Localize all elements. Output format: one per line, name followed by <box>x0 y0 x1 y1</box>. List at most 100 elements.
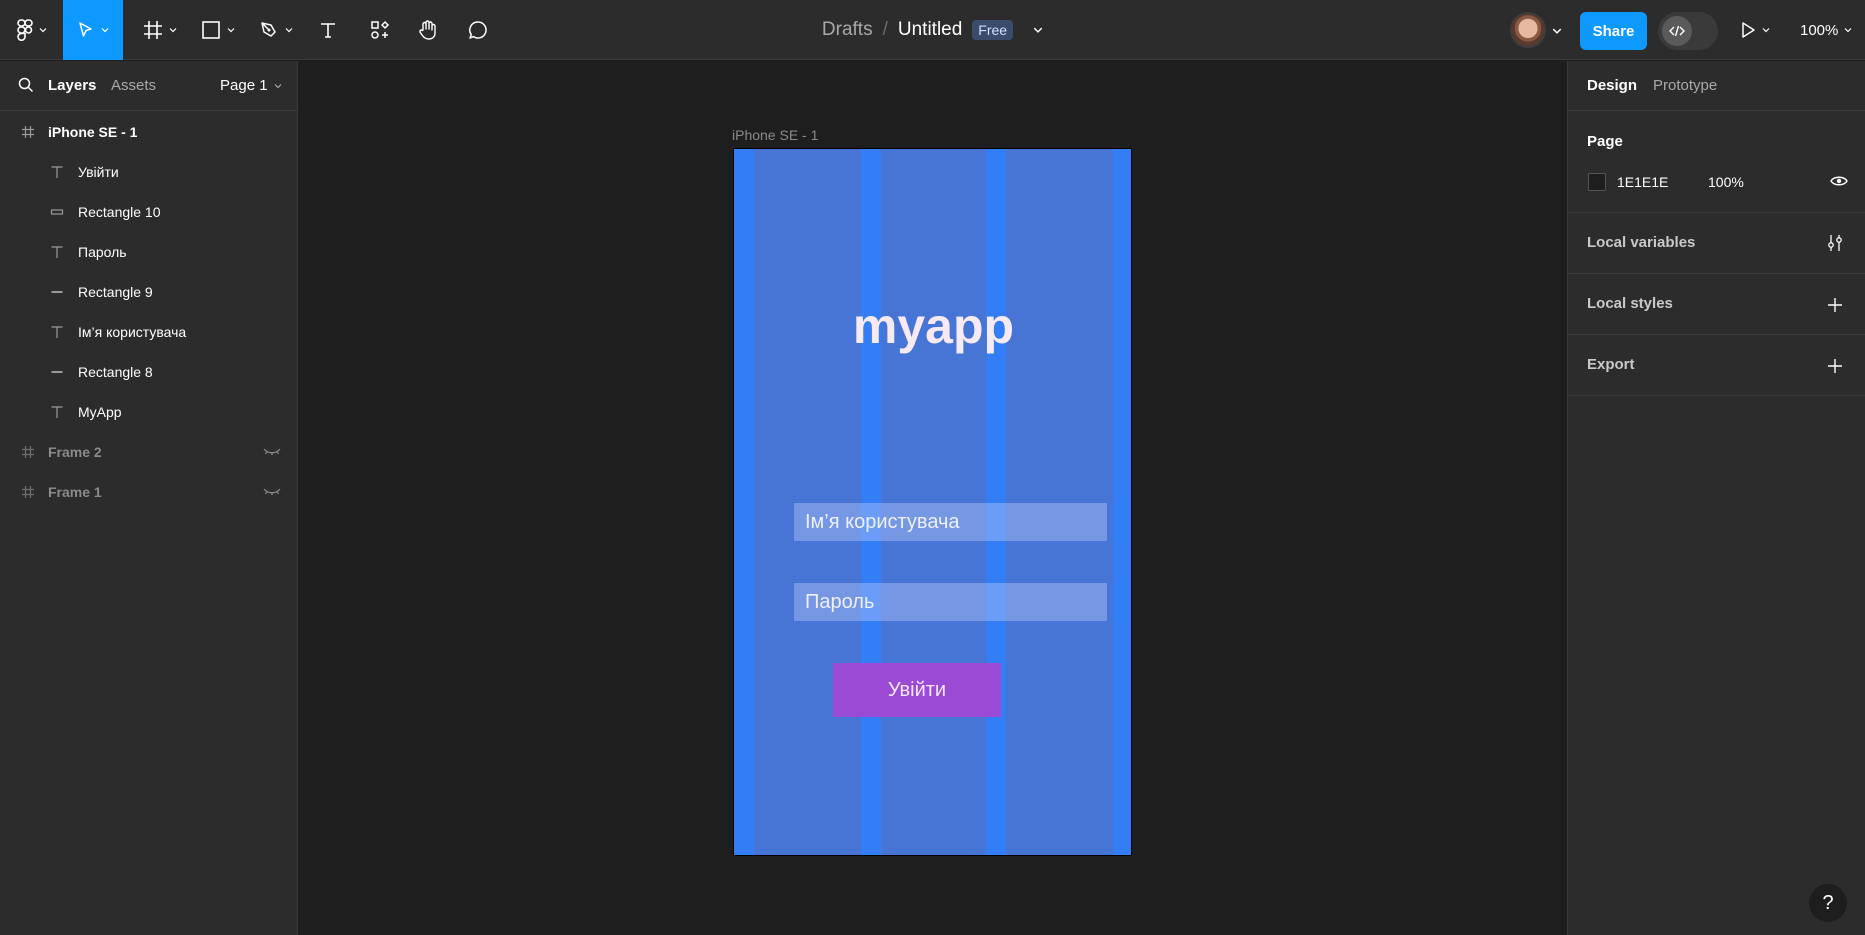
tab-prototype[interactable]: Prototype <box>1653 77 1717 94</box>
hand-icon <box>419 20 436 40</box>
export-section[interactable]: Export <box>1568 335 1865 396</box>
rectangle-icon <box>202 21 220 39</box>
design-panel-header: Design Prototype <box>1568 61 1865 111</box>
layer-frame-1[interactable]: Frame 1 <box>0 472 297 512</box>
frame-icon <box>144 21 162 39</box>
chevron-down-icon[interactable] <box>1552 26 1562 36</box>
components-icon <box>371 20 390 39</box>
present-button[interactable] <box>1740 0 1770 60</box>
password-field[interactable]: Пароль <box>794 583 1107 621</box>
local-styles-section[interactable]: Local styles <box>1568 274 1865 335</box>
plan-badge: Free <box>972 20 1014 40</box>
login-button[interactable]: Увійти <box>833 663 1001 717</box>
page-opacity-value[interactable]: 100% <box>1708 174 1744 190</box>
layer-rectangle-9[interactable]: Rectangle 9 <box>0 272 297 312</box>
title-menu-chevron-icon[interactable] <box>1033 25 1043 35</box>
user-avatar[interactable] <box>1510 12 1546 48</box>
code-icon <box>1662 16 1692 46</box>
frame-icon <box>19 123 37 141</box>
layer-label: Rectangle 10 <box>78 204 161 220</box>
frame-icon <box>19 443 37 461</box>
hand-tool-button[interactable] <box>414 0 442 60</box>
local-variables-section[interactable]: Local variables <box>1568 213 1865 274</box>
design-panel: Design Prototype Page 1E1E1E 100% Local … <box>1567 61 1865 935</box>
layer-iphone-se-1[interactable]: iPhone SE - 1 <box>0 112 297 152</box>
layer-login-text[interactable]: Увійти <box>0 152 297 192</box>
chevron-down-icon <box>285 28 293 33</box>
export-title: Export <box>1587 356 1635 373</box>
chevron-down-icon <box>1844 28 1852 33</box>
layers-panel-header: Layers Assets Page 1 <box>0 61 297 111</box>
layer-label: Frame 2 <box>48 444 102 460</box>
app-title[interactable]: myapp <box>734 297 1131 355</box>
page-selector[interactable]: Page 1 <box>220 77 282 94</box>
zoom-value: 100% <box>1800 21 1839 39</box>
page-section: Page 1E1E1E 100% <box>1568 111 1865 213</box>
layer-frame-2[interactable]: Frame 2 <box>0 432 297 472</box>
document-title[interactable]: Untitled <box>898 19 962 41</box>
tab-design[interactable]: Design <box>1587 77 1637 94</box>
search-icon[interactable] <box>18 77 34 93</box>
iphone-frame[interactable]: myapp Ім’я користувача Пароль Увійти <box>733 148 1132 856</box>
zoom-dropdown[interactable]: 100% <box>1800 0 1852 60</box>
layer-rectangle-8[interactable]: Rectangle 8 <box>0 352 297 392</box>
shape-tool-button[interactable] <box>198 0 238 60</box>
text-icon <box>48 403 66 421</box>
layer-label: MyApp <box>78 404 122 420</box>
text-icon <box>321 23 335 38</box>
page-selector-label: Page 1 <box>220 77 268 94</box>
eye-icon[interactable] <box>1830 175 1848 187</box>
layer-label: iPhone SE - 1 <box>48 124 138 140</box>
main-menu-button[interactable] <box>12 0 52 60</box>
pen-tool-button[interactable] <box>256 0 296 60</box>
resources-tool-button[interactable] <box>366 0 394 60</box>
username-field[interactable]: Ім’я користувача <box>794 503 1107 541</box>
share-button[interactable]: Share <box>1580 12 1647 50</box>
layers-panel: Layers Assets Page 1 iPhone SE - 1 Увійт… <box>0 61 298 935</box>
frame-tool-button[interactable] <box>140 0 180 60</box>
page-color-value[interactable]: 1E1E1E <box>1617 174 1668 190</box>
layer-label: Пароль <box>78 244 127 260</box>
breadcrumb-drafts[interactable]: Drafts <box>822 19 873 41</box>
chevron-down-icon <box>39 28 47 33</box>
hidden-eye-icon[interactable] <box>263 487 281 497</box>
chevron-down-icon <box>274 83 281 88</box>
text-icon <box>48 323 66 341</box>
chevron-down-icon <box>169 28 177 33</box>
layer-username-text[interactable]: Ім’я користувача <box>0 312 297 352</box>
play-icon <box>1742 22 1755 38</box>
plus-icon[interactable] <box>1827 358 1843 374</box>
layer-label: Ім’я користувача <box>78 324 187 340</box>
dev-mode-toggle[interactable] <box>1658 12 1718 50</box>
breadcrumb-separator: / <box>882 19 888 40</box>
layer-label: Rectangle 9 <box>78 284 153 300</box>
layer-rectangle-10[interactable]: Rectangle 10 <box>0 192 297 232</box>
text-icon <box>48 163 66 181</box>
toolbar: Drafts / Untitled Free Share 100% <box>0 0 1865 60</box>
help-button[interactable]: ? <box>1809 884 1847 922</box>
plus-icon[interactable] <box>1827 297 1843 313</box>
comment-tool-button[interactable] <box>464 0 492 60</box>
tab-layers[interactable]: Layers <box>48 77 96 94</box>
move-tool-button[interactable] <box>63 0 123 60</box>
layout-grid-column <box>734 149 754 855</box>
layer-label: Rectangle 8 <box>78 364 153 380</box>
line-icon <box>48 283 66 301</box>
pen-icon <box>261 22 276 37</box>
frame-label[interactable]: iPhone SE - 1 <box>732 127 818 143</box>
figma-logo-icon <box>17 19 33 41</box>
text-icon <box>48 243 66 261</box>
page-color-swatch[interactable] <box>1588 173 1606 191</box>
rectangle-icon <box>48 203 66 221</box>
cursor-icon <box>79 22 92 37</box>
hidden-eye-icon[interactable] <box>263 447 281 457</box>
comment-icon <box>469 21 487 39</box>
tab-assets[interactable]: Assets <box>111 77 156 94</box>
local-variables-title: Local variables <box>1587 234 1696 251</box>
frame-icon <box>19 483 37 501</box>
page-section-title: Page <box>1587 133 1623 150</box>
text-tool-button[interactable] <box>314 0 342 60</box>
layer-myapp-text[interactable]: MyApp <box>0 392 297 432</box>
variables-adjust-icon[interactable] <box>1827 234 1843 252</box>
layer-password-text[interactable]: Пароль <box>0 232 297 272</box>
